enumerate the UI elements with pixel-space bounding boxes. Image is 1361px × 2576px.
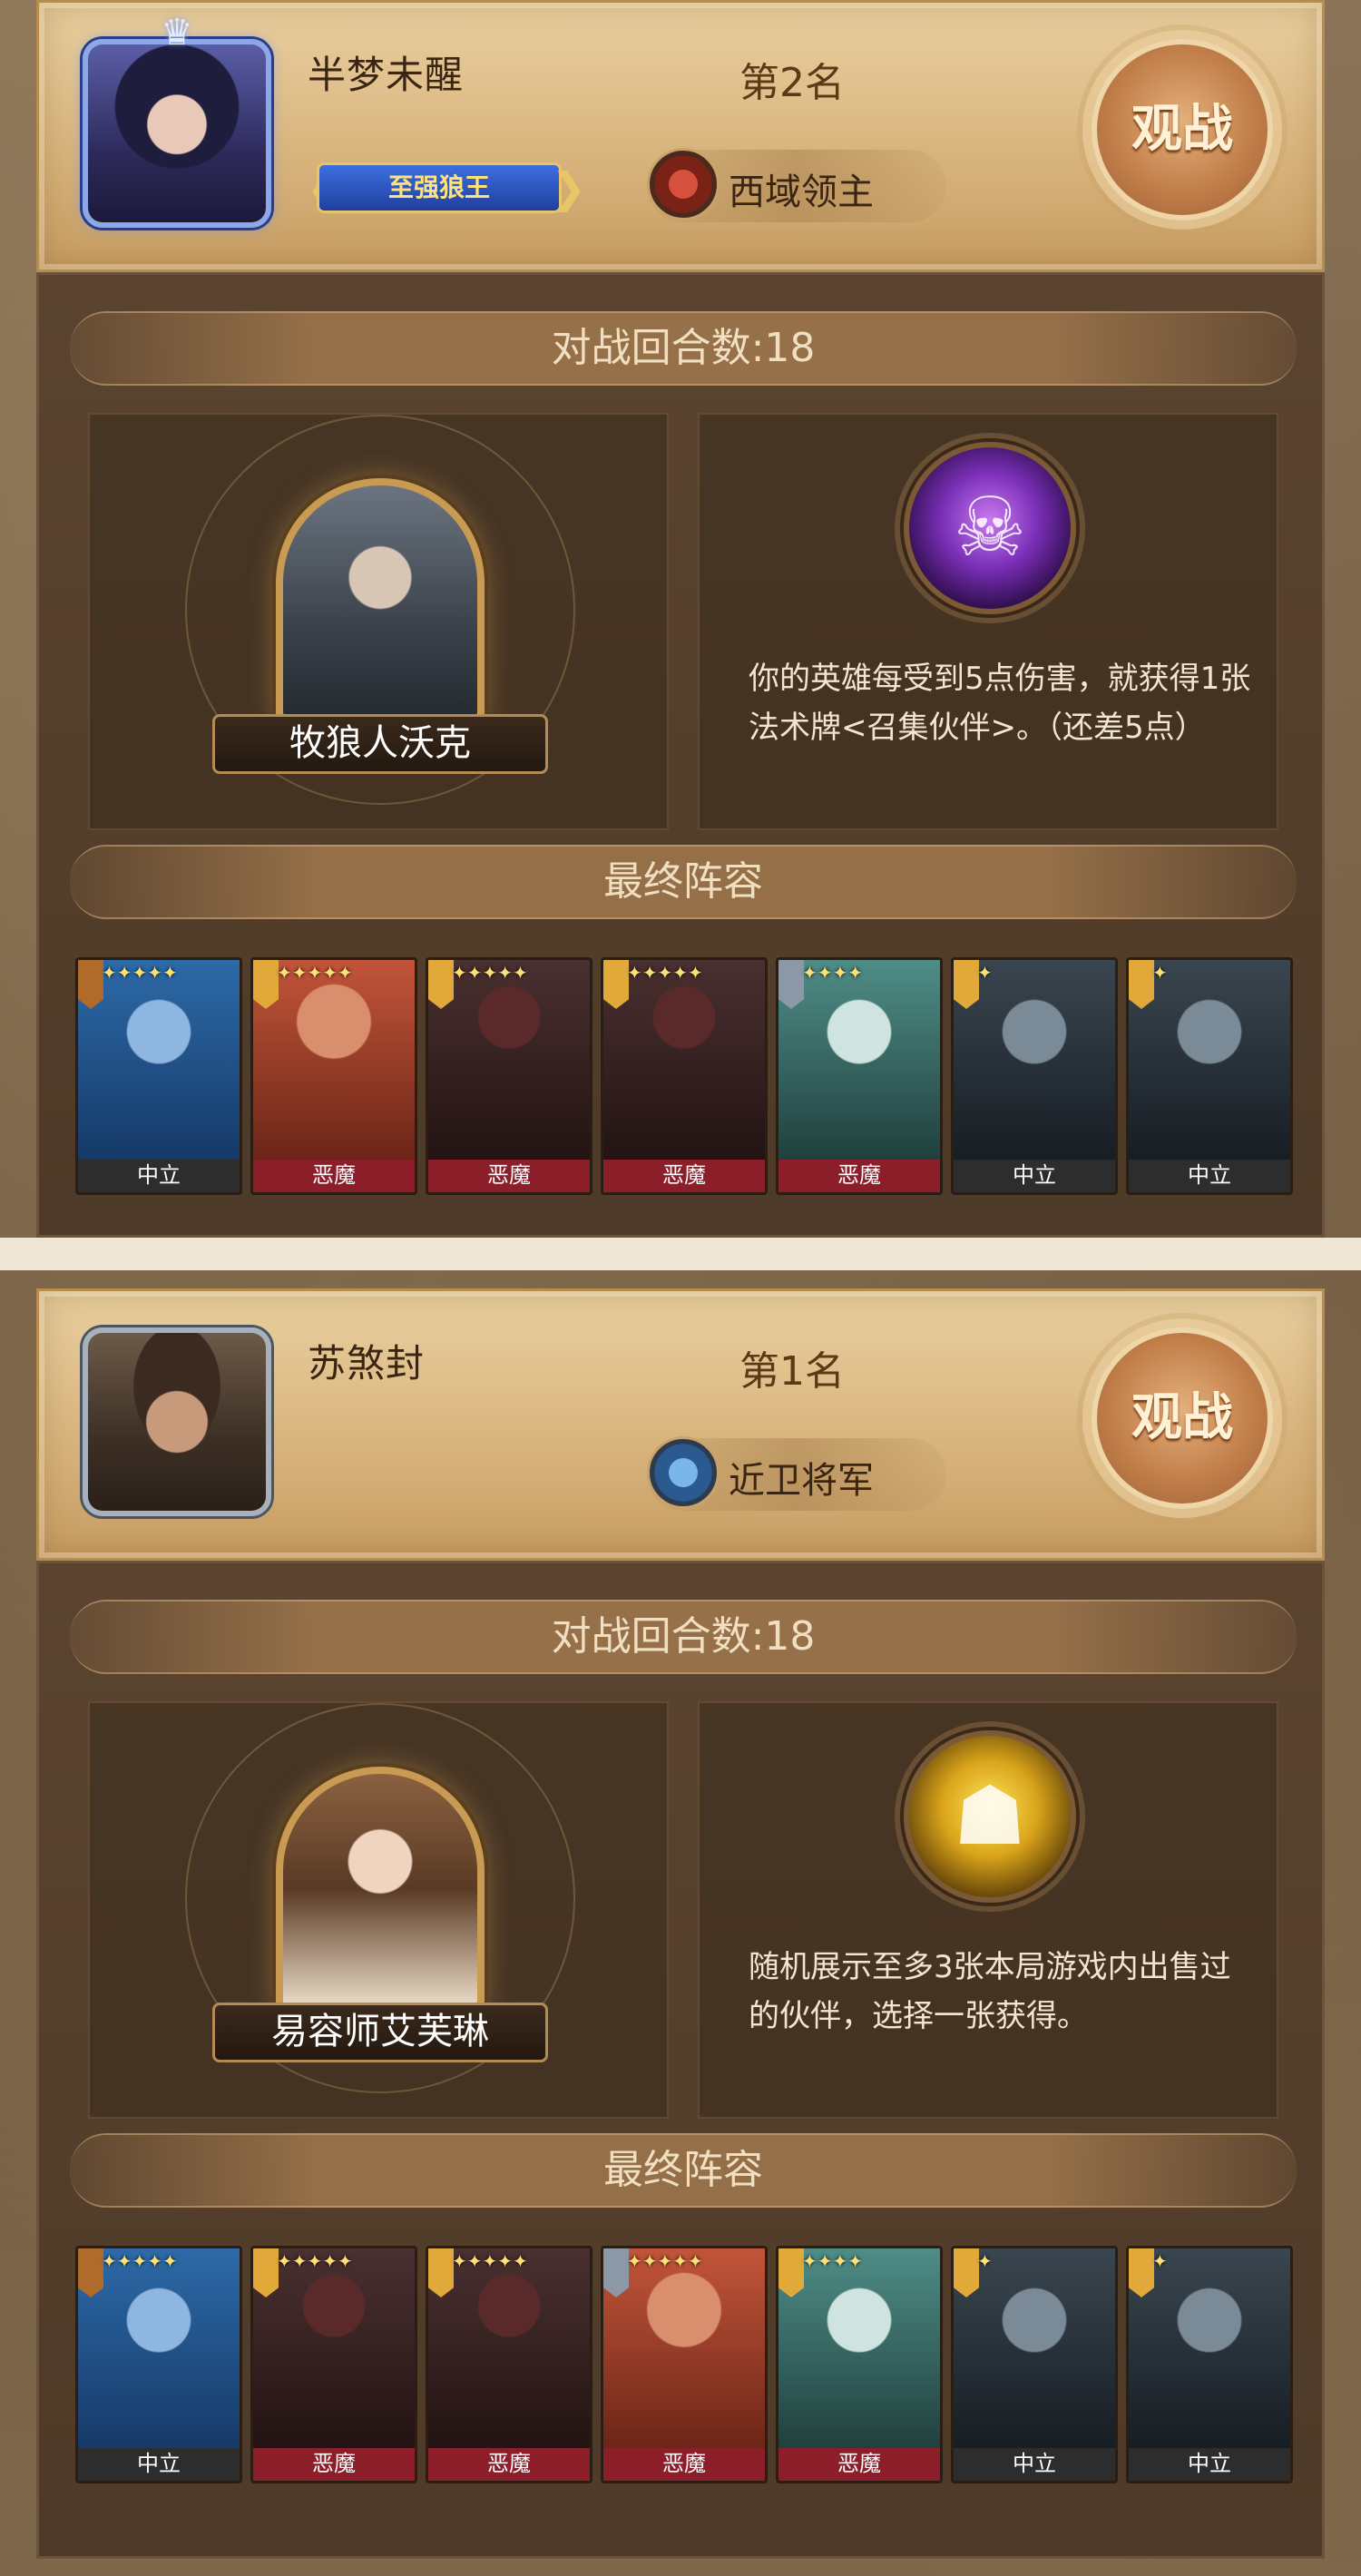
gold-mask-icon[interactable]: ☗	[904, 1730, 1076, 1903]
player-panel-1: ♛ 半梦未醒 ❮ 至强狼王 ❯ 第2名 西域领主 观战 对战回合数:18 牧狼人…	[36, 0, 1325, 1238]
minion-card[interactable]: ✦✦✦✦ 恶魔	[776, 957, 943, 1195]
minion-card[interactable]: ✦ 中立	[1126, 957, 1293, 1195]
lineup-banner: 最终阵容	[70, 845, 1297, 919]
star-rating: ✦✦✦✦✦	[627, 962, 703, 984]
star-rating: ✦	[1152, 2250, 1168, 2272]
tier-tag-icon	[428, 2248, 454, 2297]
panel-divider	[0, 1238, 1361, 1270]
hero-portrait[interactable]	[276, 478, 485, 723]
star-rating: ✦	[977, 962, 993, 984]
minion-card[interactable]: ✦✦✦✦✦ 中立	[75, 2246, 242, 2483]
faction-label: 恶魔	[253, 2448, 415, 2481]
player-name: 苏煞封	[308, 1341, 426, 1386]
tier-tag-icon	[778, 960, 804, 1009]
hero-name: 易容师艾芙琳	[212, 2003, 548, 2062]
star-rating: ✦	[1152, 962, 1168, 984]
crown-icon: ♛	[161, 12, 193, 54]
purple-summon-icon[interactable]: ☠	[904, 442, 1076, 614]
faction-label: 恶魔	[778, 2448, 940, 2481]
minion-card[interactable]: ✦ 中立	[951, 2246, 1118, 2483]
player-panel-2: 苏煞封 第1名 近卫将军 观战 对战回合数:18 易容师艾芙琳 ☗ 随机展示至多…	[36, 1288, 1325, 2559]
match-details: 对战回合数:18 牧狼人沃克 ☠ 你的英雄每受到5点伤害，就获得1张法术牌<召集…	[36, 272, 1325, 1238]
hero-name: 牧狼人沃克	[212, 714, 548, 774]
minion-card[interactable]: ✦✦✦✦✦ 恶魔	[426, 957, 592, 1195]
star-rating: ✦✦✦✦	[802, 962, 864, 984]
player-avatar[interactable]	[83, 39, 271, 228]
player-header: ♛ 半梦未醒 ❮ 至强狼王 ❯ 第2名 西域领主 观战	[36, 0, 1325, 272]
rounds-banner: 对战回合数:18	[70, 1600, 1297, 1674]
star-rating: ✦	[977, 2250, 993, 2272]
lineup-cards: ✦✦✦✦✦ 中立 ✦✦✦✦✦ 恶魔 ✦✦✦✦✦ 恶魔 ✦✦✦✦✦ 恶魔 ✦✦✦✦ 恶魔 ✦…	[75, 2246, 1293, 2483]
tier-tag-icon	[78, 2248, 103, 2297]
faction-label: 恶魔	[603, 2448, 765, 2481]
faction-label: 恶魔	[778, 1160, 940, 1192]
blue-emblem-icon	[647, 1436, 720, 1509]
placement-label: 第2名	[739, 60, 845, 106]
faction-label: 中立	[78, 2448, 240, 2481]
star-rating: ✦✦✦✦✦	[277, 962, 353, 984]
skill-box: ☗ 随机展示至多3张本局游戏内出售过的伙伴，选择一张获得。	[698, 1701, 1278, 2119]
minion-card[interactable]: ✦ 中立	[951, 957, 1118, 1195]
faction-label: 恶魔	[428, 2448, 590, 2481]
watch-button[interactable]: 观战	[1092, 1327, 1273, 1509]
star-rating: ✦✦✦✦✦	[452, 962, 528, 984]
star-rating: ✦✦✦✦✦	[452, 2250, 528, 2272]
star-rating: ✦✦✦✦✦	[627, 2250, 703, 2272]
tier-tag-icon	[1129, 2248, 1154, 2297]
rank-badge: 至强狼王	[317, 162, 562, 213]
minion-card[interactable]: ✦✦✦✦✦ 恶魔	[601, 957, 768, 1195]
star-rating: ✦✦✦✦✦	[102, 962, 178, 984]
tier-tag-icon	[78, 960, 103, 1009]
match-details: 对战回合数:18 易容师艾芙琳 ☗ 随机展示至多3张本局游戏内出售过的伙伴，选择…	[36, 1561, 1325, 2559]
player-header: 苏煞封 第1名 近卫将军 观战	[36, 1288, 1325, 1561]
minion-card[interactable]: ✦✦✦✦✦ 恶魔	[250, 957, 417, 1195]
red-emblem-icon	[647, 148, 720, 220]
watch-button[interactable]: 观战	[1092, 39, 1273, 220]
star-rating: ✦✦✦✦✦	[277, 2250, 353, 2272]
faction-label: 恶魔	[428, 1160, 590, 1192]
star-rating: ✦✦✦✦	[802, 2250, 864, 2272]
tier-tag-icon	[954, 2248, 979, 2297]
skill-description: 你的英雄每受到5点伤害，就获得1张法术牌<召集伙伴>。（还差5点）	[749, 661, 1251, 746]
minion-card[interactable]: ✦✦✦✦✦ 恶魔	[250, 2246, 417, 2483]
tier-tag-icon	[603, 2248, 629, 2297]
faction-label: 恶魔	[603, 1160, 765, 1192]
faction-label: 中立	[954, 1160, 1115, 1192]
placement-label: 第1名	[739, 1348, 845, 1395]
faction-label: 中立	[954, 2448, 1115, 2481]
player-title: 西域领主	[729, 171, 874, 213]
wing-right-icon: ❯	[551, 163, 587, 212]
player-avatar[interactable]	[83, 1327, 271, 1516]
tier-tag-icon	[1129, 960, 1154, 1009]
tier-tag-icon	[253, 960, 279, 1009]
faction-label: 中立	[1129, 2448, 1290, 2481]
tier-tag-icon	[954, 960, 979, 1009]
star-rating: ✦✦✦✦✦	[102, 2250, 178, 2272]
lineup-cards: ✦✦✦✦✦ 中立 ✦✦✦✦✦ 恶魔 ✦✦✦✦✦ 恶魔 ✦✦✦✦✦ 恶魔 ✦✦✦✦ 恶魔 ✦…	[75, 957, 1293, 1195]
faction-label: 恶魔	[253, 1160, 415, 1192]
player-title: 近卫将军	[729, 1460, 874, 1502]
hero-box: 牧狼人沃克	[88, 413, 669, 830]
minion-card[interactable]: ✦ 中立	[1126, 2246, 1293, 2483]
minion-card[interactable]: ✦✦✦✦✦ 中立	[75, 957, 242, 1195]
rounds-banner: 对战回合数:18	[70, 311, 1297, 386]
minion-card[interactable]: ✦✦✦✦✦ 恶魔	[426, 2246, 592, 2483]
player-name: 半梦未醒	[308, 53, 465, 97]
minion-card[interactable]: ✦✦✦✦ 恶魔	[776, 2246, 943, 2483]
skill-description: 随机展示至多3张本局游戏内出售过的伙伴，选择一张获得。	[749, 1949, 1231, 2034]
faction-label: 中立	[78, 1160, 240, 1192]
tier-tag-icon	[428, 960, 454, 1009]
minion-card[interactable]: ✦✦✦✦✦ 恶魔	[601, 2246, 768, 2483]
faction-label: 中立	[1129, 1160, 1290, 1192]
tier-tag-icon	[778, 2248, 804, 2297]
tier-tag-icon	[603, 960, 629, 1009]
lineup-banner: 最终阵容	[70, 2133, 1297, 2208]
hero-portrait[interactable]	[276, 1767, 485, 2012]
tier-tag-icon	[253, 2248, 279, 2297]
skill-box: ☠ 你的英雄每受到5点伤害，就获得1张法术牌<召集伙伴>。（还差5点）	[698, 413, 1278, 830]
hero-box: 易容师艾芙琳	[88, 1701, 669, 2119]
